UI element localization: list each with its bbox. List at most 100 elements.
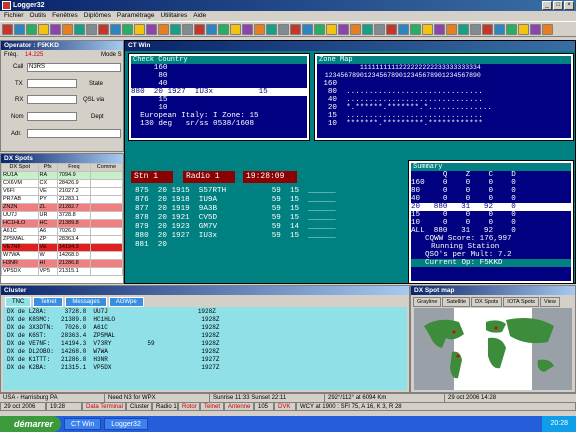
toolbar-button-icon[interactable] <box>158 24 169 35</box>
col-pfx[interactable]: Pfx <box>37 163 58 172</box>
toolbar-button-icon[interactable] <box>326 24 337 35</box>
tab-satellite[interactable]: Satellite <box>442 297 471 307</box>
adr-field[interactable] <box>27 129 121 138</box>
toolbar-button-icon[interactable] <box>530 24 541 35</box>
toolbar-button-icon[interactable] <box>494 24 505 35</box>
table-row[interactable]: HC1HLO HC 21389.8 <box>1 219 124 228</box>
spot-marker[interactable] <box>494 326 498 330</box>
menu-item-utilitaires[interactable]: Utilitaires <box>160 11 187 21</box>
toolbar-button-icon[interactable] <box>182 24 193 35</box>
toolbar-button-icon[interactable] <box>14 24 25 35</box>
toolbar-button-icon[interactable] <box>62 24 73 35</box>
toolbar-button-icon[interactable] <box>422 24 433 35</box>
toolbar-button-icon[interactable] <box>218 24 229 35</box>
call-field[interactable]: N3RS <box>27 63 121 72</box>
log-line[interactable]: 880 20 1927 IU3x 59 15 ______ <box>135 232 375 241</box>
start-button[interactable]: démarrer <box>0 416 62 432</box>
toolbar-button-icon[interactable] <box>98 24 109 35</box>
status-telnet[interactable]: Telnet <box>200 402 224 411</box>
toolbar-button-icon[interactable] <box>74 24 85 35</box>
tab-iota-spots[interactable]: IOTA Spots <box>503 297 540 307</box>
maximize-icon[interactable]: □ <box>553 1 563 10</box>
table-row[interactable]: VE7NF VE 14194.3 <box>1 243 124 252</box>
col-freq[interactable]: Freq <box>56 163 91 172</box>
spot-marker[interactable] <box>456 354 460 358</box>
toolbar-button-icon[interactable] <box>302 24 313 35</box>
toolbar-button-icon[interactable] <box>446 24 457 35</box>
menu-item-parametrage[interactable]: Paramétrage <box>117 11 155 21</box>
toolbar-button-icon[interactable] <box>434 24 445 35</box>
nom-field[interactable] <box>27 112 77 121</box>
toolbar-button-icon[interactable] <box>290 24 301 35</box>
cluster-output[interactable]: DX de LZ8A: 3728.8 UU7J 1928Z DX de K8SMC… <box>3 307 407 390</box>
cluster-line[interactable]: DX de K2BA: 21315.1 VP5DX 1927Z <box>7 364 403 372</box>
table-row[interactable]: CX6VM CX 28426.9 <box>1 179 124 188</box>
toolbar-button-icon[interactable] <box>242 24 253 35</box>
toolbar-button-icon[interactable] <box>350 24 361 35</box>
table-row[interactable]: W7WA W 14268.0 <box>1 251 124 260</box>
toolbar-button-icon[interactable] <box>38 24 49 35</box>
toolbar-button-icon[interactable] <box>470 24 481 35</box>
toolbar-button-icon[interactable] <box>542 24 553 35</box>
log-line[interactable]: 879 20 1923 GM7V 59 14 ______ <box>135 223 375 232</box>
cluster-line[interactable]: DX de 3X3DTN: 7026.0 A61C 1928Z <box>7 324 403 332</box>
tab-agwpe[interactable]: AGWpe <box>108 297 144 307</box>
tab-messages[interactable]: Messages <box>65 297 107 307</box>
toolbar-button-icon[interactable] <box>362 24 373 35</box>
toolbar-button-icon[interactable] <box>482 24 493 35</box>
toolbar-button-icon[interactable] <box>314 24 325 35</box>
col-dx-spot[interactable]: DX Spot <box>1 163 39 172</box>
toolbar-button-icon[interactable] <box>2 24 13 35</box>
table-row[interactable]: ZN2N ZL 21282.7 <box>1 203 124 212</box>
status-rotor[interactable]: Rotor <box>178 402 200 411</box>
table-row[interactable]: PR7AB PY 21283.1 <box>1 195 124 204</box>
toolbar-button-icon[interactable] <box>86 24 97 35</box>
cluster-line[interactable]: DX de K6ST: 28363.4 ZP5MAL 1928Z <box>7 332 403 340</box>
log-line[interactable]: 877 20 1919 9A3B 59 15 ______ <box>135 205 375 214</box>
toolbar-button-icon[interactable] <box>374 24 385 35</box>
cluster-line[interactable]: DX de K1TTT: 21286.8 H3NR 1927Z <box>7 356 403 364</box>
toolbar-button-icon[interactable] <box>110 24 121 35</box>
cluster-line[interactable]: DX de DL2OBO: 14268.0 W7WA 1928Z <box>7 348 403 356</box>
cluster-line[interactable]: DX de LZ8A: 3728.8 UU7J 1928Z <box>7 308 403 316</box>
log-line[interactable]: 878 20 1921 CV5D 59 15 ______ <box>135 214 375 223</box>
tab-view[interactable]: View <box>540 297 560 307</box>
status-data-terminal[interactable]: Data Terminal <box>82 402 126 411</box>
table-row[interactable]: UU7J UR 3728.8 <box>1 211 124 220</box>
toolbar-button-icon[interactable] <box>134 24 145 35</box>
toolbar-button-icon[interactable] <box>206 24 217 35</box>
menu-item-aide[interactable]: Aide <box>193 11 206 21</box>
task-logger32[interactable]: Logger32 <box>104 418 148 430</box>
tab-telnet[interactable]: Telnet <box>33 297 64 307</box>
status-dvk[interactable]: DVK <box>274 402 296 411</box>
status-antenne[interactable]: Antenne <box>224 402 254 411</box>
toolbar-button-icon[interactable] <box>26 24 37 35</box>
toolbar-button-icon[interactable] <box>254 24 265 35</box>
task-ctwin[interactable]: CT Win <box>64 418 102 430</box>
toolbar-button-icon[interactable] <box>194 24 205 35</box>
toolbar-button-icon[interactable] <box>506 24 517 35</box>
world-map[interactable] <box>414 308 572 390</box>
menu-item-outils[interactable]: Outils <box>30 11 47 21</box>
menu-item-diplomes[interactable]: Diplômes <box>84 11 111 21</box>
table-row[interactable]: RU1A RA 7094.9 <box>1 171 124 180</box>
table-row[interactable]: A61C A6 7026.0 <box>1 227 124 236</box>
status-radio[interactable]: Radio 1 <box>152 402 178 411</box>
log-line[interactable]: 875 20 1915 S57RTH 59 15 ______ <box>135 187 375 196</box>
tab-dx-spots[interactable]: DX Spots <box>471 297 503 307</box>
toolbar-button-icon[interactable] <box>458 24 469 35</box>
col-comment[interactable]: Comme <box>89 163 124 172</box>
minimize-icon[interactable]: _ <box>542 1 552 10</box>
log-line[interactable]: 881 20 <box>135 241 375 250</box>
tx-field[interactable] <box>27 79 77 88</box>
table-row[interactable]: VP5DX VP5 21315.1 <box>1 267 124 276</box>
toolbar-button-icon[interactable] <box>398 24 409 35</box>
toolbar-button-icon[interactable] <box>230 24 241 35</box>
toolbar-button-icon[interactable] <box>122 24 133 35</box>
status-cluster[interactable]: Cluster <box>126 402 152 411</box>
toolbar-button-icon[interactable] <box>518 24 529 35</box>
cluster-line[interactable]: DX de K8SMC: 21389.8 HC1HLO 1928Z <box>7 316 403 324</box>
spot-marker[interactable] <box>452 330 456 334</box>
cluster-line[interactable]: DX de VE7NF: 14194.3 V73RY 59 1928Z <box>7 340 403 348</box>
rx-field[interactable] <box>27 95 77 104</box>
